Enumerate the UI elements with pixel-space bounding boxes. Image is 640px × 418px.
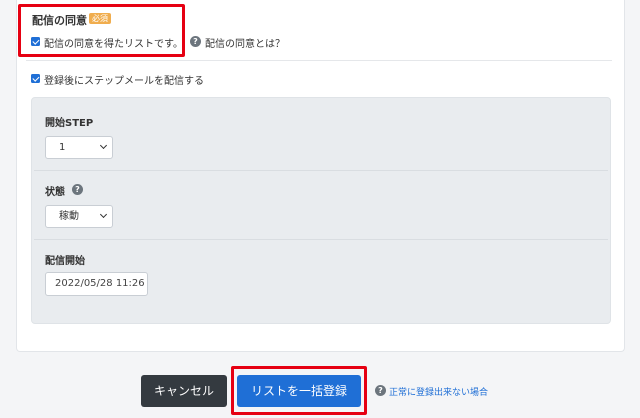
question-circle-icon[interactable]: ? bbox=[72, 184, 83, 195]
cancel-button[interactable]: キャンセル bbox=[141, 375, 227, 407]
section-divider bbox=[26, 60, 612, 61]
panel-divider bbox=[34, 239, 608, 240]
start-step-select[interactable]: 1 bbox=[45, 136, 113, 159]
chevron-down-icon bbox=[99, 210, 108, 219]
submit-highlight-box bbox=[231, 366, 367, 415]
status-label: 状態 bbox=[45, 187, 65, 198]
status-select[interactable]: 稼動 bbox=[45, 205, 113, 228]
status-value: 稼動 bbox=[59, 211, 79, 222]
start-step-value: 1 bbox=[59, 142, 66, 153]
start-step-label: 開始STEP bbox=[45, 118, 94, 129]
consent-help-link[interactable]: 配信の同意とは？ bbox=[205, 35, 285, 50]
chevron-down-icon bbox=[99, 141, 108, 150]
start-delivery-input[interactable]: 2022/05/28 11:26 bbox=[45, 272, 148, 296]
stepmail-checkbox-label[interactable]: 登録後にステップメールを配信する bbox=[44, 72, 204, 87]
question-circle-icon[interactable]: ? bbox=[190, 36, 201, 47]
question-circle-icon[interactable]: ? bbox=[375, 385, 386, 396]
start-delivery-label: 配信開始 bbox=[45, 256, 85, 267]
consent-highlight-box bbox=[18, 4, 185, 57]
stepmail-checkbox[interactable] bbox=[31, 74, 40, 83]
registration-help-link[interactable]: 正常に登録出来ない場合 bbox=[389, 385, 488, 398]
panel-divider bbox=[34, 170, 608, 171]
